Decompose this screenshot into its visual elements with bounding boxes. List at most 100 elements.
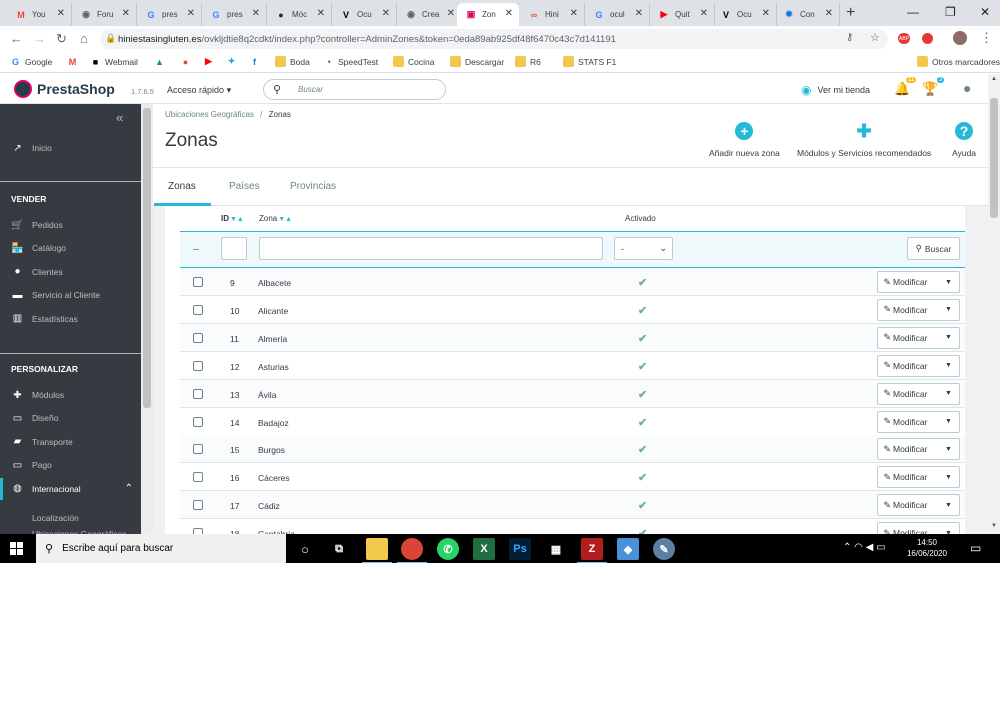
caret-down-icon[interactable]: ▼ <box>937 502 959 509</box>
row-zone[interactable]: Asturias <box>258 362 289 372</box>
bookmark-item[interactable]: Boda <box>275 56 310 67</box>
row-zone[interactable]: Alicante <box>258 306 288 316</box>
edit-button[interactable]: Modificar <box>893 389 937 399</box>
extension-icon[interactable] <box>922 33 933 44</box>
close-tab-icon[interactable]: ✕ <box>447 8 455 19</box>
forward-icon[interactable]: → <box>33 31 46 46</box>
browser-tab[interactable]: ● Móc ✕ <box>267 3 332 26</box>
tab-zones[interactable]: Zonas <box>154 181 211 206</box>
tab-states[interactable]: Provincias <box>290 181 336 192</box>
row-checkbox[interactable] <box>193 388 203 399</box>
sidebar-item-home[interactable]: ↗ Inicio <box>0 137 141 159</box>
row-zone[interactable]: Almería <box>258 334 287 344</box>
minimize-icon[interactable]: — <box>907 5 919 19</box>
reload-icon[interactable]: ↻ <box>56 31 67 47</box>
account-icon[interactable]: ● <box>963 80 971 96</box>
active-check-icon[interactable]: ✔ <box>638 416 647 429</box>
bookmark-item[interactable]: ▲ <box>154 56 169 67</box>
sidebar-scroll-thumb[interactable] <box>143 108 151 408</box>
view-shop-link[interactable]: ◉ Ver mi tienda <box>801 83 870 97</box>
sidebar-item[interactable]: ✚ Módulos <box>0 384 141 406</box>
bookmark-item[interactable]: ◔ SpeedTest <box>323 56 378 67</box>
row-checkbox[interactable] <box>193 416 203 427</box>
close-tab-icon[interactable]: ✕ <box>505 8 513 19</box>
browser-tab[interactable]: Gpres ✕ <box>137 3 202 26</box>
sidebar-item[interactable]: ◍ Internacional ⌃ <box>0 477 141 500</box>
browser-tab[interactable]: M You ✕ <box>7 3 72 26</box>
caret-down-icon[interactable]: ▼ <box>937 446 959 453</box>
prestashop-logo[interactable]: PrestaShop <box>14 80 115 98</box>
star-icon[interactable]: ☆ <box>870 31 880 44</box>
back-icon[interactable]: ← <box>10 31 23 46</box>
active-check-icon[interactable]: ✔ <box>638 499 647 512</box>
row-zone[interactable]: Cádiz <box>258 501 280 511</box>
active-check-icon[interactable]: ✔ <box>638 388 647 401</box>
sidebar-subitem-localization[interactable]: Localización <box>32 513 79 523</box>
browser-tab[interactable]: ◉ Crea ✕ <box>397 3 462 26</box>
caret-down-icon[interactable]: ▼ <box>937 418 959 425</box>
recommended-modules-button[interactable]: ✚ Módulos y Servicios recomendados <box>797 121 931 159</box>
browser-tab[interactable]: V Ocu ✕ <box>712 3 777 26</box>
active-check-icon[interactable]: ✔ <box>638 443 647 456</box>
bookmark-item[interactable]: Descargar <box>450 56 504 67</box>
browser-tab[interactable]: Gpres ✕ <box>202 3 267 26</box>
lock-icon[interactable]: 🔒 <box>105 33 116 44</box>
row-checkbox[interactable] <box>193 360 203 371</box>
quick-access-dropdown[interactable]: Acceso rápido ▾ <box>167 85 231 96</box>
filter-id-input[interactable] <box>221 237 247 260</box>
notifications-icon[interactable]: ▭ <box>970 541 981 555</box>
sidebar-item[interactable]: ▰ Transporte <box>0 431 141 453</box>
close-tab-icon[interactable]: ✕ <box>570 8 578 19</box>
adblock-icon[interactable]: ABP <box>898 33 910 44</box>
bookmark-item[interactable]: G Google <box>10 56 52 67</box>
maximize-icon[interactable]: ❐ <box>945 5 956 19</box>
sort-arrows-icon[interactable]: ▼▲ <box>230 216 244 223</box>
key-icon[interactable]: ⚷ <box>846 32 853 43</box>
sidebar-item[interactable]: ▭ Pago <box>0 454 141 476</box>
edit-button[interactable]: Modificar <box>893 305 937 315</box>
browser-tab[interactable]: ▶ Quit ✕ <box>650 3 715 26</box>
sidebar-item[interactable]: ▬ Servicio al Cliente <box>0 284 141 306</box>
app-icon[interactable]: ◆ <box>617 538 639 560</box>
active-check-icon[interactable]: ✔ <box>638 471 647 484</box>
excel-icon[interactable]: X <box>473 538 495 560</box>
caret-down-icon[interactable]: ▼ <box>937 279 959 286</box>
tab-countries[interactable]: Países <box>229 181 260 192</box>
caret-down-icon[interactable]: ▼ <box>937 390 959 397</box>
menu-icon[interactable]: ⋮ <box>980 30 993 46</box>
close-tab-icon[interactable]: ✕ <box>825 8 833 19</box>
edit-button[interactable]: Modificar <box>893 333 937 343</box>
active-check-icon[interactable]: ✔ <box>638 527 647 534</box>
profile-avatar[interactable] <box>953 31 967 45</box>
caret-down-icon[interactable]: ▼ <box>937 334 959 341</box>
scroll-down-icon[interactable]: ▼ <box>991 523 997 529</box>
add-zone-button[interactable]: + Añadir nueva zona <box>709 122 780 158</box>
bookmark-item[interactable]: ▶ <box>203 56 218 67</box>
row-zone[interactable]: Burgos <box>258 445 285 455</box>
browser-tab[interactable]: V Ocu ✕ <box>332 3 397 26</box>
close-tab-icon[interactable]: ✕ <box>57 8 65 19</box>
close-tab-icon[interactable]: ✕ <box>187 8 195 19</box>
filter-active-select[interactable]: - ⌄ <box>614 237 673 260</box>
sidebar-item[interactable]: ● Clientes <box>0 261 141 283</box>
task-view-icon[interactable]: ⧉ <box>328 538 350 560</box>
filezilla-icon[interactable]: Z <box>577 538 607 563</box>
edit-button[interactable]: Modificar <box>893 277 937 287</box>
row-zone[interactable]: Badajoz <box>258 418 289 428</box>
cortana-icon[interactable]: ○ <box>294 538 316 560</box>
caret-down-icon[interactable]: ▼ <box>937 474 959 481</box>
paint-icon[interactable]: ✎ <box>653 538 675 560</box>
edit-button[interactable]: Modificar <box>893 472 937 482</box>
bookmark-item[interactable]: M <box>67 56 82 67</box>
bookmark-item[interactable]: Cocina <box>393 56 434 67</box>
edit-button[interactable]: Modificar <box>893 500 937 510</box>
sidebar-item[interactable]: 🏪 Catálogo <box>0 237 141 259</box>
caret-down-icon[interactable]: ▼ <box>937 306 959 313</box>
row-zone[interactable]: Ávila <box>258 390 276 400</box>
bookmark-item[interactable]: ✦ <box>226 56 241 67</box>
close-tab-icon[interactable]: ✕ <box>122 8 130 19</box>
edit-button[interactable]: Modificar <box>893 361 937 371</box>
row-checkbox[interactable] <box>193 277 203 287</box>
windows-start-icon[interactable] <box>10 542 24 556</box>
close-tab-icon[interactable]: ✕ <box>317 8 325 19</box>
